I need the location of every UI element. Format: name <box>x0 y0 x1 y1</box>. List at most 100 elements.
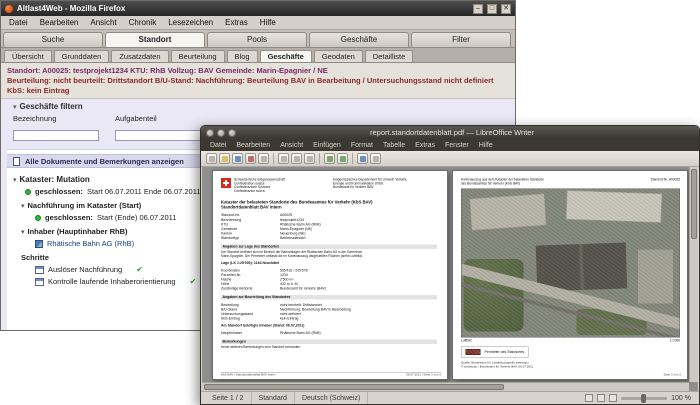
section-header: Bemerkungen <box>221 339 437 344</box>
menu-lesezeichen[interactable]: Lesezeichen <box>162 17 219 28</box>
step-link[interactable]: Auslöser Nachführung <box>48 265 122 274</box>
standort-info-line: Standort: A00025: testprojekt1234 KTU: R… <box>7 66 328 75</box>
building <box>566 190 662 223</box>
field-group-d: Hauptinhaber Rhätische Bahn AG (RhB) <box>221 331 441 336</box>
menu-hilfe[interactable]: Hilfe <box>254 17 282 28</box>
paste-icon[interactable] <box>304 153 315 164</box>
menu-tabelle[interactable]: Tabelle <box>378 142 410 149</box>
zoom-icon[interactable] <box>370 153 381 164</box>
task-icon <box>35 277 44 286</box>
statusbar-page[interactable]: Seite 1 / 2 <box>205 392 252 404</box>
statusbar-language[interactable]: Deutsch (Schweiz) <box>295 392 369 404</box>
maximize-icon[interactable]: □ <box>487 3 497 14</box>
menu-fenster[interactable]: Fenster <box>440 142 474 149</box>
viewer-titlebar[interactable]: report.standortdatenblatt.pdf — LibreOff… <box>201 126 699 139</box>
menu-bearbeiten[interactable]: Bearbeiten <box>231 142 275 149</box>
cut-icon[interactable] <box>278 153 289 164</box>
menu-ansicht[interactable]: Ansicht <box>84 17 122 28</box>
subtab-grunddaten[interactable]: Grunddaten <box>53 50 110 62</box>
bezeichnung-input[interactable] <box>13 130 99 141</box>
window-title: Altlast4Web - Mozilla Firefox <box>17 4 126 13</box>
copy-icon[interactable] <box>291 153 302 164</box>
field-row: Hauptinhaber Rhätische Bahn AG (RhB) <box>221 331 441 336</box>
field-label: KbS-Eintrag <box>221 317 240 321</box>
tab-filter[interactable]: Filter <box>411 32 511 47</box>
document-page-2: Kartenauszug aus dem Kataster der belast… <box>452 170 688 380</box>
collapse-icon: ▾ <box>21 203 25 210</box>
tab-standort[interactable]: Standort <box>105 32 205 47</box>
menu-einfuegen[interactable]: Einfügen <box>308 142 346 149</box>
minimize-icon[interactable] <box>217 128 225 137</box>
save-icon[interactable] <box>232 153 243 164</box>
footer-right: 06.07.2011 / Seite 1 von 2 <box>406 373 441 377</box>
dept-line: Bundesamt für Verkehr BAV <box>333 185 374 190</box>
export-pdf-icon[interactable] <box>245 153 256 164</box>
open-icon[interactable] <box>219 153 230 164</box>
scrollbar-thumb[interactable] <box>691 169 697 239</box>
subtab-uebersicht[interactable]: Übersicht <box>4 50 52 62</box>
schritte-label: Schritte <box>21 253 49 262</box>
single-page-view-icon[interactable] <box>585 394 594 402</box>
firefox-titlebar[interactable]: Altlast4Web - Mozilla Firefox – □ ✕ <box>1 1 515 16</box>
page-footer: KbS BAV / Standortdatenblatt BAV intern … <box>221 372 441 377</box>
undo-icon[interactable] <box>324 153 335 164</box>
multi-page-view-icon[interactable] <box>597 394 606 402</box>
menu-chronik[interactable]: Chronik <box>123 17 163 28</box>
subtab-detailliste[interactable]: Detailliste <box>364 50 414 62</box>
menu-hilfe[interactable]: Hilfe <box>474 142 498 149</box>
map-header-left: Kartenauszug aus dem Kataster der belast… <box>461 178 544 186</box>
minimize-icon[interactable]: – <box>473 3 483 14</box>
subtab-beurteilung[interactable]: Beurteilung <box>170 50 225 62</box>
print-icon[interactable] <box>258 153 269 164</box>
menu-datei[interactable]: Datei <box>205 142 231 149</box>
horizontal-scrollbar[interactable] <box>202 382 689 391</box>
step-link[interactable]: Kontrolle laufende Inhaberorientierung <box>48 277 176 286</box>
field-group-c: Beurteilung nicht beurteilt: Drittstandor… <box>221 303 441 321</box>
tab-suche[interactable]: Suche <box>3 32 103 47</box>
viewer-statusbar: Seite 1 / 2 Standard Deutsch (Schweiz) 1… <box>201 391 699 404</box>
aufgabenteil-input[interactable] <box>115 130 201 141</box>
status-green-icon <box>25 188 31 195</box>
vegetation <box>576 309 647 336</box>
vegetation <box>463 259 524 332</box>
app-icon <box>5 4 13 13</box>
lage-line: Lage (LK 1:25'000): 1164 Neuchâtel <box>221 261 280 265</box>
menu-datei[interactable]: Datei <box>3 17 34 28</box>
inhaber-line: Am Standort beteiligte Inhaber (Stand: 0… <box>221 324 305 328</box>
documents-link[interactable]: Alle Dokumente und Bemerkungen anzeigen <box>25 157 184 166</box>
company-link[interactable]: Rhätische Bahn AG (RhB) <box>47 239 134 248</box>
subtab-geodaten[interactable]: Geodaten <box>313 50 363 62</box>
vertical-scrollbar[interactable] <box>689 167 698 382</box>
zoom-slider-thumb[interactable] <box>641 393 647 403</box>
scrollbar-thumb[interactable] <box>204 384 504 390</box>
zoom-level[interactable]: 100 % <box>671 395 691 402</box>
tab-geschaefte[interactable]: Geschäfte <box>309 32 409 47</box>
statusbar-style[interactable]: Standard <box>252 392 295 404</box>
menu-bearbeiten[interactable]: Bearbeiten <box>34 17 85 28</box>
document-title: Kataster der belasteten Standorte des Bu… <box>221 200 437 210</box>
new-document-icon[interactable] <box>206 153 217 164</box>
subtab-geschaefte[interactable]: Geschäfte <box>259 50 312 62</box>
menu-extras[interactable]: Extras <box>219 17 254 28</box>
toolbar-separator <box>273 153 274 164</box>
field-value: Betriebsstandort <box>280 236 306 241</box>
close-icon[interactable]: ✕ <box>501 3 511 14</box>
table-icon[interactable] <box>357 153 368 164</box>
aerial-photo <box>461 188 680 338</box>
caption-scale: 1:1'000 <box>669 339 680 343</box>
maximize-icon[interactable] <box>228 128 236 137</box>
zoom-slider[interactable] <box>621 393 668 403</box>
menu-format[interactable]: Format <box>346 142 378 149</box>
photo-caption: Luftbild 1:1'000 <box>461 339 680 343</box>
menu-ansicht[interactable]: Ansicht <box>275 142 308 149</box>
book-view-icon[interactable] <box>609 394 618 402</box>
menu-extras[interactable]: Extras <box>410 142 440 149</box>
company-icon <box>35 239 43 248</box>
filter-panel-header[interactable]: ▾ Geschäfte filtern <box>13 102 509 111</box>
tab-pools[interactable]: Pools <box>207 32 307 47</box>
close-icon[interactable] <box>206 128 214 137</box>
subtab-blog[interactable]: Blog <box>226 50 258 62</box>
subtab-zusatzdaten[interactable]: Zusatzdaten <box>111 50 169 62</box>
collapse-icon: ▾ <box>21 229 25 236</box>
redo-icon[interactable] <box>337 153 348 164</box>
